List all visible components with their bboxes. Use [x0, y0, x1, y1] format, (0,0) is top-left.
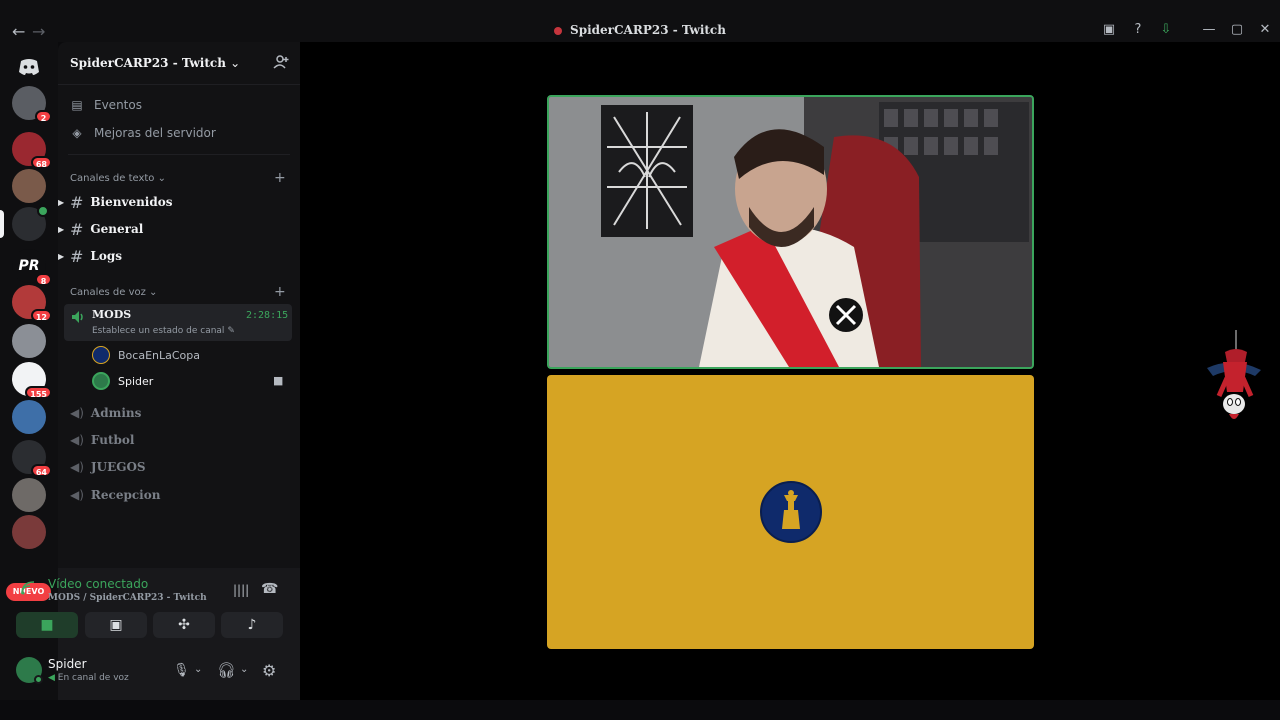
inbox-icon[interactable]: ▣ [1101, 22, 1117, 38]
channel-logs[interactable]: ▶ # Logs [58, 245, 292, 267]
menu-events[interactable]: ▤ Eventos [70, 95, 142, 115]
voice-category[interactable]: Canales de voz ⌄ [70, 287, 157, 298]
server-icon[interactable]: 12 [12, 285, 52, 322]
chevron-down-icon: ⌄ [230, 56, 241, 70]
selected-server-indicator [0, 210, 4, 238]
user-status: ◀ En canal de voz [48, 673, 129, 683]
server-icon[interactable] [12, 515, 46, 549]
voice-connected-status[interactable]: Vídeo conectado [48, 577, 148, 591]
noise-suppression-icon[interactable]: |||| [233, 583, 249, 597]
pencil-icon: ✎ [227, 326, 235, 336]
video-camera-icon: ■ [273, 374, 284, 387]
title-bar: ← → SpiderCARP23 - Twitch ▣ ? ⇩ — ▢ ✕ [0, 0, 1280, 42]
server-icon[interactable] [12, 205, 49, 241]
unread-caret-icon: ▶ [58, 197, 65, 207]
speaker-icon: ◀ [48, 673, 55, 683]
camera-button[interactable]: ■ [16, 612, 78, 638]
user-name[interactable]: Spider [48, 657, 87, 671]
help-icon[interactable]: ? [1130, 22, 1146, 38]
soundboard-icon: ♪ [247, 617, 257, 633]
voice-channel-juegos[interactable]: ◀) JUEGOS [70, 456, 292, 478]
activities-icon: ✣ [178, 617, 190, 633]
connection-signal-icon[interactable] [21, 581, 35, 599]
voice-member[interactable]: BocaEnLaCopa [92, 344, 200, 366]
avatar [92, 346, 110, 364]
chevron-down-icon[interactable]: ⌄ [240, 664, 248, 675]
speaker-status-icon [37, 205, 49, 217]
add-user-icon[interactable] [273, 54, 291, 72]
menu-boosts[interactable]: ◈ Mejoras del servidor [70, 123, 215, 143]
trophy-avatar [760, 481, 822, 543]
server-icon[interactable] [12, 478, 46, 512]
server-icon[interactable]: PR 8 [12, 249, 52, 286]
voice-channel-path[interactable]: MODS / SpiderCARP23 - Twitch [48, 593, 207, 603]
boost-icon: ◈ [72, 126, 82, 140]
hash-icon: # [70, 219, 84, 239]
server-icon[interactable]: 2 [12, 86, 52, 123]
voice-channel-admins[interactable]: ◀) Admins [70, 402, 292, 424]
online-status-icon [34, 675, 43, 684]
server-icon[interactable]: 64 [12, 440, 52, 477]
speaker-icon: ◀) [70, 406, 84, 420]
server-dot-icon [554, 26, 563, 35]
voice-channel-recepcion[interactable]: ◀) Recepcion [70, 484, 292, 506]
hash-icon: # [70, 192, 84, 212]
window-title: SpiderCARP23 - Twitch [0, 23, 1280, 37]
chevron-down-icon: ⌄ [149, 287, 158, 298]
unread-caret-icon: ▶ [58, 251, 65, 261]
server-icon[interactable] [12, 400, 46, 434]
screen-share-icon: ▣ [109, 617, 123, 633]
voice-channel-futbol[interactable]: ◀) Futbol [70, 429, 292, 451]
screen-share-button[interactable]: ▣ [85, 612, 147, 638]
settings-gear-icon[interactable]: ⚙ [262, 661, 276, 680]
voice-member[interactable]: Spider [92, 370, 153, 392]
download-icon[interactable]: ⇩ [1158, 22, 1174, 38]
add-channel-icon[interactable]: + [274, 170, 286, 186]
speaker-icon: ◀) [70, 433, 84, 447]
microphone-icon[interactable]: 🎙︎ [173, 663, 190, 678]
server-icon[interactable] [12, 169, 46, 203]
channel-general[interactable]: ▶ # General [58, 218, 292, 240]
close-icon[interactable]: ✕ [1257, 22, 1273, 38]
server-icon[interactable]: 155 [12, 362, 52, 399]
hash-icon: # [70, 246, 84, 266]
activities-button[interactable]: ✣ [153, 612, 215, 638]
voice-channel-mods[interactable]: MODS Establece un estado de canal ✎ 2:28… [64, 304, 292, 341]
server-name-header[interactable]: SpiderCARP23 - Twitch ⌄ [70, 56, 240, 70]
disconnect-icon[interactable]: ☎ [261, 581, 278, 597]
channel-status[interactable]: Establece un estado de canal ✎ [92, 326, 235, 336]
add-voice-channel-icon[interactable]: + [274, 284, 286, 300]
soundboard-button[interactable]: ♪ [221, 612, 283, 638]
headphones-icon[interactable]: 🎧︎ [217, 661, 236, 679]
channel-bienvenidos[interactable]: ▶ # Bienvenidos [58, 191, 292, 213]
chevron-down-icon[interactable]: ⌄ [194, 664, 202, 675]
video-camera-icon: ■ [40, 617, 54, 633]
server-icon[interactable] [12, 324, 46, 358]
discord-home-icon[interactable] [12, 50, 46, 84]
server-icon[interactable]: 68 [12, 132, 52, 169]
avatar [92, 372, 110, 390]
unread-caret-icon: ▶ [58, 224, 65, 234]
webcam-video-tile[interactable] [547, 95, 1034, 369]
speaker-icon: ◀) [70, 488, 84, 502]
maximize-icon[interactable]: ▢ [1229, 22, 1245, 38]
voice-timer: 2:28:15 [246, 310, 289, 321]
header-divider [58, 84, 300, 85]
text-category[interactable]: Canales de texto ⌄ [70, 173, 166, 184]
chevron-down-icon: ⌄ [157, 173, 167, 184]
calendar-icon: ▤ [71, 98, 83, 112]
menu-divider [68, 154, 290, 155]
minimize-icon[interactable]: — [1201, 22, 1217, 38]
speaker-icon: ◀) [70, 460, 84, 474]
spiderman-figure-image [1203, 330, 1265, 430]
speaker-icon [70, 309, 86, 325]
